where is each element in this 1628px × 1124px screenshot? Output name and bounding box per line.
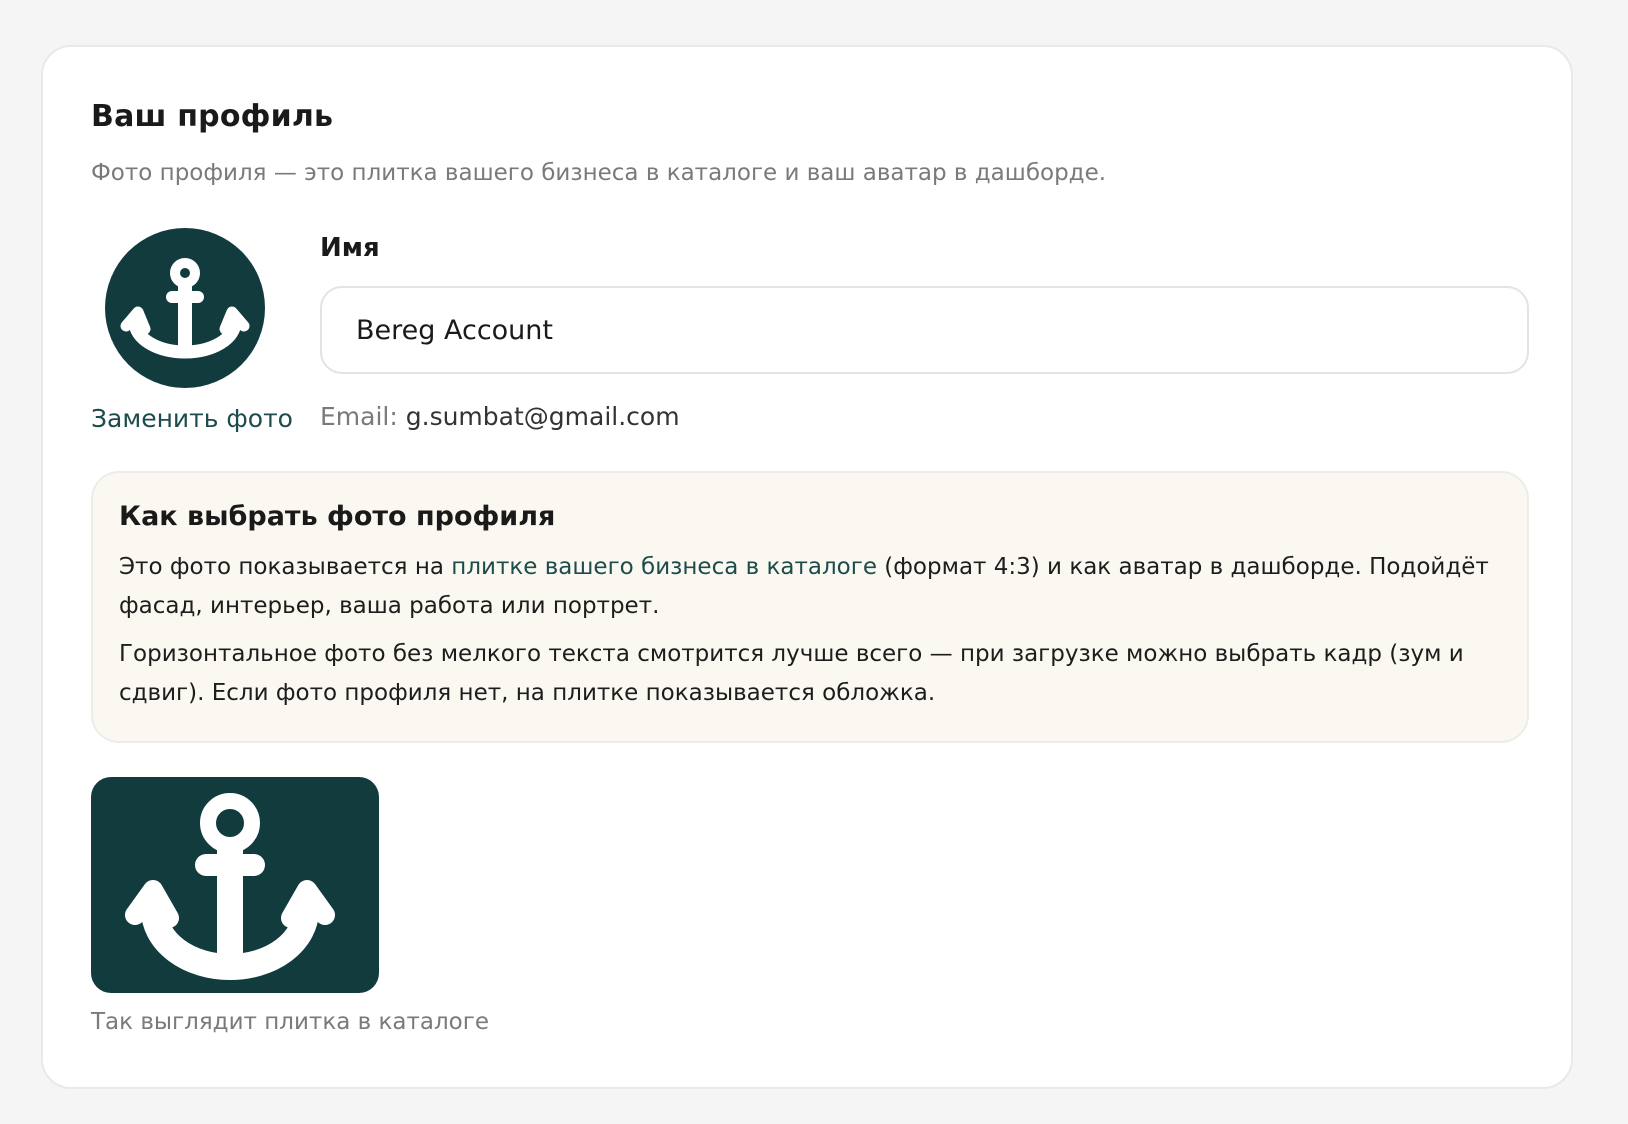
tip-title: Как выбрать фото профиля [119,501,556,532]
tip-text: Это фото показывается на [119,554,452,580]
anchor-icon [125,793,335,980]
catalog-tile-preview [91,777,379,993]
name-input[interactable] [320,286,1529,374]
email-value: g.sumbat@gmail.com [405,402,680,431]
tip-paragraph-2: Горизонтальное фото без мелкого текста с… [119,641,1464,706]
anchor-icon [120,258,250,359]
email-label: Email: [320,402,398,431]
photo-tip-box: Как выбрать фото профиля Это фото показы… [91,471,1529,743]
tile-caption: Так выглядит плитка в каталоге [91,1009,489,1035]
page-subtitle: Фото профиля — это плитка вашего бизнеса… [91,160,1107,186]
change-photo-link[interactable]: Заменить фото [91,404,293,433]
name-label: Имя [320,233,380,263]
tip-paragraph-1: Это фото показывается на плитке вашего б… [119,548,1501,626]
profile-card: Ваш профиль Фото профиля — это плитка ва… [41,45,1573,1089]
avatar[interactable] [105,228,265,388]
page-title: Ваш профиль [91,99,334,134]
email-row: Email: g.sumbat@gmail.com [320,402,680,431]
catalog-tile-link[interactable]: плитке вашего бизнеса в каталоге [451,554,877,580]
